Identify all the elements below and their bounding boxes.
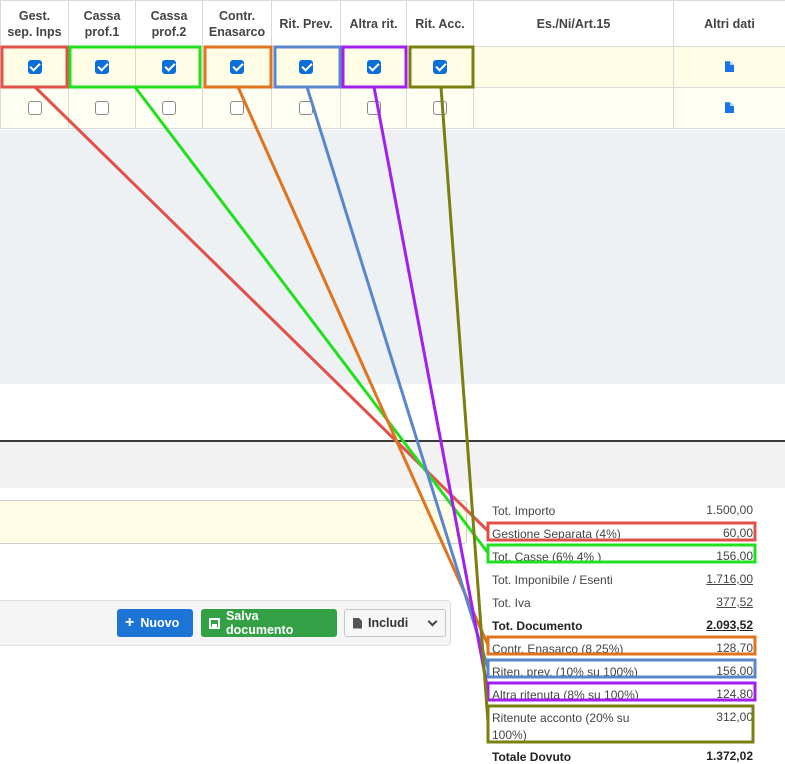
column-header-altra-rit[interactable]: Altra rit. (340, 0, 407, 47)
totals-label: Riten. prev. (10% su 100%) (492, 665, 638, 679)
totals-value: 1.716,00 (706, 572, 753, 586)
altra-rit-checkbox[interactable] (366, 100, 381, 115)
gest-sep-inps-checkbox[interactable] (27, 100, 42, 115)
cell-altra-rit (340, 46, 407, 88)
totals-label: Tot. Casse (6% 4% ) (492, 550, 602, 564)
totals-value: 1.500,00 (706, 503, 753, 517)
rit-acc-checkbox[interactable] (433, 100, 447, 115)
new-button[interactable]: + Nuovo (117, 609, 193, 637)
include-button-label: Includi (368, 616, 409, 630)
cell-es-ni-art15[interactable] (473, 87, 674, 129)
cell-es-ni-art15[interactable] (473, 46, 674, 88)
totals-label: Totale Dovuto (492, 750, 572, 764)
column-header-gest-sep-inps[interactable]: Gest. sep. Inps (0, 0, 69, 47)
cell-altra-rit (340, 87, 407, 129)
contr-enasarco-checkbox[interactable] (230, 100, 244, 115)
table-row (0, 46, 785, 88)
totals-label: Tot. Importo (492, 504, 556, 518)
cell-cassa-prof-1 (68, 46, 136, 88)
totals-label: Altra ritenuta (8% su 100%) (492, 688, 639, 702)
cassa-prof-2-checkbox[interactable] (162, 59, 176, 74)
cell-gest-sep-inps (0, 87, 69, 129)
column-header-cassa-prof-1[interactable]: Cassa prof.1 (68, 0, 136, 47)
cassa-prof-1-checkbox[interactable] (95, 59, 109, 74)
column-label: Es./Ni/Art.15 (536, 16, 611, 31)
totals-label: Tot. Iva (492, 596, 531, 610)
contr-enasarco-checkbox[interactable] (230, 59, 244, 74)
cell-rit-prev (271, 46, 341, 88)
totals-value: 156,00 (716, 664, 753, 678)
column-header-altri-dati[interactable]: Altri dati (673, 0, 785, 47)
cassa-prof-1-checkbox[interactable] (95, 100, 109, 115)
column-label: Rit. Prev. (279, 16, 333, 31)
save-document-button[interactable]: Salva documento (201, 609, 337, 637)
cell-altri-dati (673, 87, 785, 129)
save-button-label: Salva documento (225, 609, 294, 637)
cell-cassa-prof-1 (68, 87, 136, 129)
section-band (0, 442, 785, 488)
column-header-cassa-prof-2[interactable]: Cassa prof.2 (135, 0, 203, 47)
chevron-down-icon (427, 616, 438, 627)
totals-value: 1.372,02 (706, 749, 753, 763)
cell-gest-sep-inps (0, 46, 69, 88)
totals-label: Tot. Imponibile / Esenti (492, 573, 613, 587)
cell-contr-enasarco (202, 87, 272, 129)
rit-prev-checkbox[interactable] (299, 59, 313, 74)
totals-value: 124,80 (716, 687, 753, 701)
cell-altri-dati (673, 46, 785, 88)
cell-cassa-prof-2 (135, 87, 203, 129)
notes-field[interactable] (0, 500, 467, 544)
column-label: Rit. Acc. (415, 16, 465, 31)
cassa-prof-2-checkbox[interactable] (162, 100, 176, 115)
table-header: Gest. sep. Inps Cassa prof.1 Cassa prof.… (0, 0, 785, 47)
totals-label: Tot. Documento (492, 619, 583, 633)
totals-value: 156,00 (716, 549, 753, 563)
cell-rit-prev (271, 87, 341, 129)
file-icon (353, 617, 362, 629)
empty-table-area (0, 130, 785, 384)
new-button-label: Nuovo (140, 616, 180, 630)
cell-contr-enasarco (202, 46, 272, 88)
totals-label: Contr. Enasarco (8.25%) (492, 642, 624, 656)
cell-cassa-prof-2 (135, 46, 203, 88)
withholding-table: Gest. sep. Inps Cassa prof.1 Cassa prof.… (0, 0, 785, 129)
totals-value: 312,00 (716, 710, 753, 724)
column-label: Contr. Enasarco (208, 8, 266, 39)
cell-rit-acc (406, 46, 474, 88)
totals-label: Ritenute acconto (20% su 100%) (492, 711, 630, 742)
invoice-screen: Gest. sep. Inps Cassa prof.1 Cassa prof.… (0, 0, 785, 764)
altra-rit-checkbox[interactable] (366, 59, 381, 74)
column-label: Cassa prof.1 (83, 8, 121, 39)
column-label: Gest. sep. Inps (7, 8, 62, 39)
column-header-contr-enasarco[interactable]: Contr. Enasarco (202, 0, 272, 47)
totals-value: 128,70 (716, 641, 753, 655)
rit-prev-checkbox[interactable] (299, 100, 313, 115)
column-label: Altra rit. (349, 16, 398, 31)
include-dropdown-button[interactable]: Includi (344, 609, 446, 637)
column-header-rit-prev[interactable]: Rit. Prev. (271, 0, 341, 47)
rit-acc-checkbox[interactable] (433, 59, 447, 74)
totals-value: 2.093,52 (706, 618, 753, 632)
document-icon[interactable] (725, 61, 734, 73)
table-row (0, 87, 785, 129)
column-header-rit-acc[interactable]: Rit. Acc. (406, 0, 474, 47)
column-label: Cassa prof.2 (150, 8, 188, 39)
plus-icon: + (125, 614, 135, 631)
document-icon[interactable] (725, 102, 734, 114)
gest-sep-inps-checkbox[interactable] (27, 59, 42, 74)
totals-label: Gestione Separata (4%) (492, 527, 621, 541)
floppy-disk-icon (209, 617, 220, 629)
column-label: Altri dati (704, 16, 755, 31)
totals-value: 377,52 (716, 595, 753, 609)
cell-rit-acc (406, 87, 474, 129)
column-header-es-ni-art15[interactable]: Es./Ni/Art.15 (473, 0, 674, 47)
totals-value: 60,00 (722, 526, 753, 540)
